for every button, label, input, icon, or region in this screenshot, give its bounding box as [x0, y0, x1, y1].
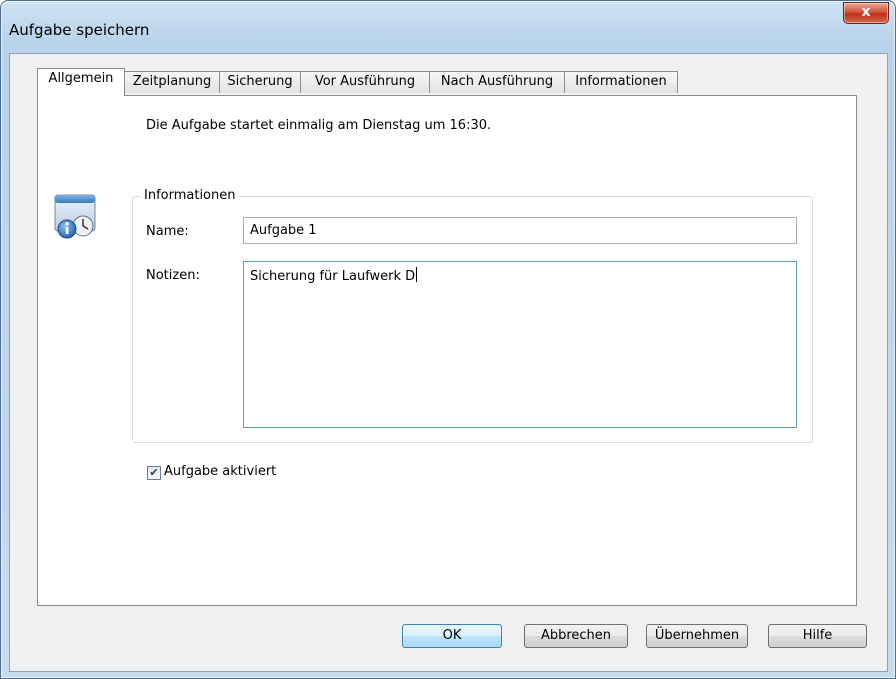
name-label: Name:: [146, 224, 189, 239]
notes-field[interactable]: Sicherung für Laufwerk D: [243, 261, 797, 428]
task-info-icon: [54, 194, 96, 239]
checkmark-icon: ✔: [149, 466, 159, 479]
tab-label: Zeitplanung: [132, 74, 212, 89]
notes-label: Notizen:: [146, 268, 200, 283]
tab-informationen[interactable]: Informationen: [564, 71, 678, 93]
window-title: Aufgabe speichern: [9, 21, 150, 39]
tab-label: Informationen: [575, 74, 667, 89]
notes-value: Sicherung für Laufwerk D: [250, 269, 416, 284]
tab-label: Sicherung: [227, 74, 293, 89]
name-field[interactable]: Aufgabe 1: [243, 217, 797, 244]
task-enabled-checkbox[interactable]: ✔: [147, 466, 161, 480]
close-button[interactable]: x: [843, 2, 889, 24]
help-button[interactable]: Hilfe: [768, 624, 867, 648]
tab-vor-ausfuehrung[interactable]: Vor Ausführung: [300, 71, 430, 93]
apply-button[interactable]: Übernehmen: [646, 624, 748, 648]
tab-label: Nach Ausführung: [440, 74, 554, 89]
title-bar[interactable]: Aufgabe speichern x: [1, 1, 895, 53]
tab-label: Vor Ausführung: [314, 74, 416, 89]
tab-nach-ausfuehrung[interactable]: Nach Ausführung: [429, 71, 565, 93]
tab-zeitplanung[interactable]: Zeitplanung: [124, 71, 220, 93]
group-title: Informationen: [141, 188, 239, 203]
text-caret: [416, 267, 418, 282]
task-enabled-label[interactable]: Aufgabe aktiviert: [164, 464, 276, 479]
ok-button[interactable]: OK: [402, 624, 502, 648]
tab-label: Allgemein: [48, 71, 114, 86]
schedule-status-text: Die Aufgabe startet einmalig am Dienstag…: [146, 118, 492, 133]
cancel-button[interactable]: Abbrechen: [524, 624, 628, 648]
close-icon: x: [861, 4, 871, 20]
tab-sicherung[interactable]: Sicherung: [219, 71, 301, 93]
tab-allgemein[interactable]: Allgemein: [37, 68, 125, 96]
name-value: Aufgabe 1: [250, 223, 317, 238]
